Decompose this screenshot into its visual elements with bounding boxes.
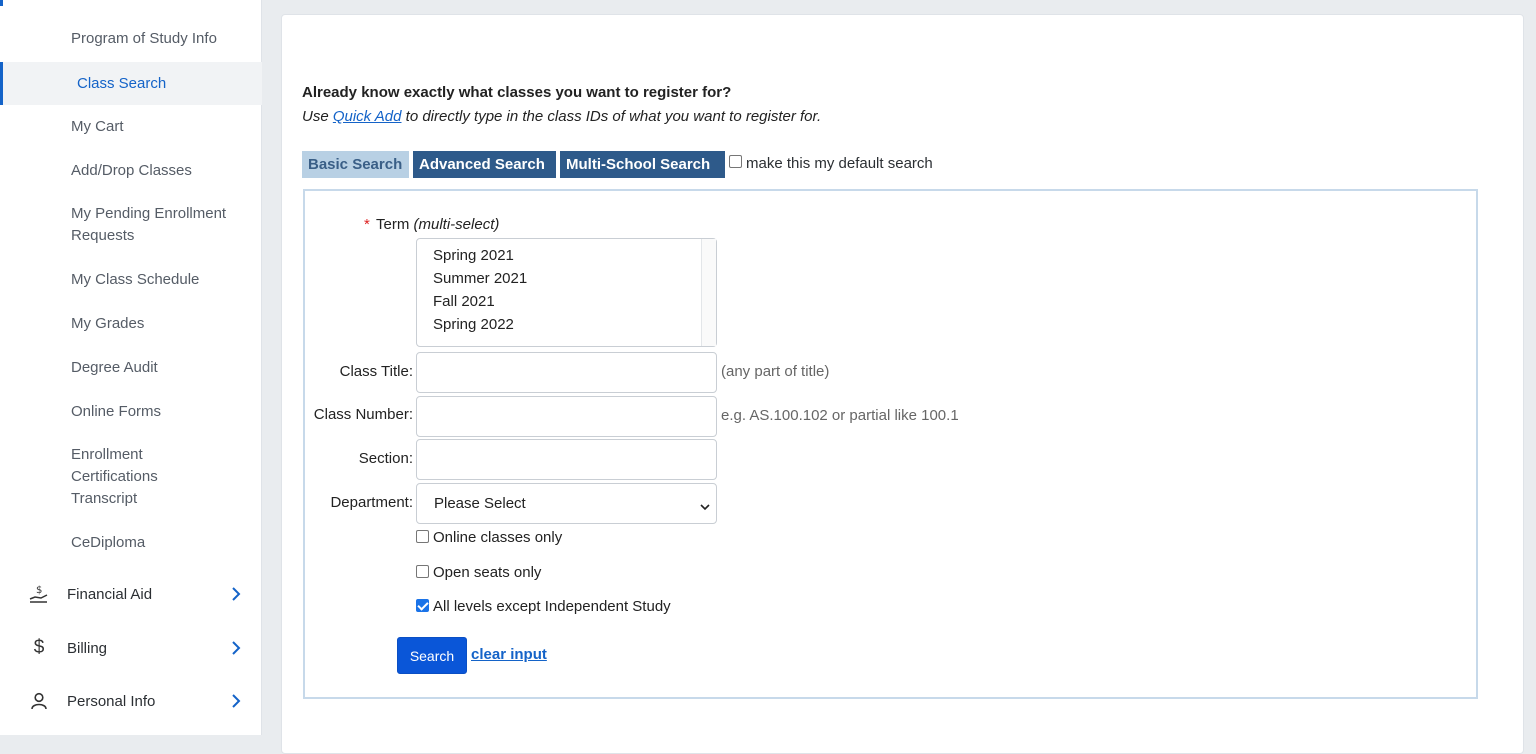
sidebar-item-label: Billing [67, 639, 108, 657]
tab-advanced-search[interactable]: Advanced Search [413, 151, 556, 178]
person-icon [28, 690, 50, 712]
sidebar-item-label: Personal Info [67, 692, 156, 710]
term-option[interactable]: Summer 2021 [433, 270, 527, 287]
sidebar-item-financial-aid[interactable]: $ Financial Aid [0, 574, 262, 614]
sidebar-item-personal-info[interactable]: Personal Info [0, 681, 262, 721]
class-title-label: Class Title: [339, 363, 413, 380]
quick-add-link[interactable]: Quick Add [333, 108, 402, 125]
chevron-right-icon [229, 694, 243, 708]
term-option[interactable]: Spring 2021 [433, 247, 514, 264]
intro-prefix: Use [302, 108, 333, 125]
chevron-down-icon [700, 499, 710, 511]
open-seats-label: Open seats only [433, 564, 542, 581]
class-number-hint: e.g. AS.100.102 or partial like 100.1 [721, 407, 959, 424]
all-levels-label: All levels except Independent Study [433, 598, 671, 615]
sidebar-item-online-forms[interactable]: Online Forms [0, 401, 262, 423]
term-option[interactable]: Spring 2022 [433, 316, 514, 333]
term-hint: (multi-select) [413, 216, 500, 233]
sidebar-item-enrollment-certifications[interactable]: Enrollment Certifications Transcript [0, 444, 262, 510]
sidebar-top-indicator [0, 0, 3, 6]
intro-text: Use Quick Add to directly type in the cl… [302, 108, 821, 125]
sidebar-item-my-class-schedule[interactable]: My Class Schedule [0, 269, 262, 291]
term-label: Term (multi-select) [376, 216, 499, 233]
online-only-checkbox[interactable] [416, 530, 429, 543]
sidebar-item-label: Enrollment Certifications Transcript [71, 446, 158, 507]
term-list-scrollbar[interactable] [701, 239, 716, 346]
department-selected-value: Please Select [434, 495, 526, 512]
tab-multi-school-search[interactable]: Multi-School Search [560, 151, 725, 178]
sidebar-item-cediploma[interactable]: CeDiploma [0, 532, 262, 554]
dollar-icon: $ [33, 637, 45, 658]
class-number-label: Class Number: [313, 406, 413, 423]
sidebar-item-label: Financial Aid [67, 585, 153, 603]
open-seats-checkbox[interactable] [416, 565, 429, 578]
chevron-right-icon [229, 587, 243, 601]
intro-suffix: to directly type in the class IDs of wha… [401, 108, 822, 125]
svg-text:$: $ [36, 585, 42, 596]
department-select[interactable]: Please Select [416, 483, 717, 524]
section-label: Section: [358, 450, 413, 467]
class-title-input[interactable] [416, 352, 717, 393]
term-multiselect[interactable]: Spring 2021 Summer 2021 Fall 2021 Spring… [416, 238, 717, 347]
department-label: Department: [330, 494, 413, 511]
default-search-checkbox[interactable] [729, 155, 742, 168]
sidebar-item-program-of-study-info[interactable]: Program of Study Info [0, 28, 262, 50]
required-marker: * [364, 216, 370, 233]
tab-basic-search[interactable]: Basic Search [302, 151, 409, 178]
hand-coin-icon: $ [28, 583, 50, 605]
sidebar-item-add-drop-classes[interactable]: Add/Drop Classes [0, 160, 262, 182]
sidebar-item-degree-audit[interactable]: Degree Audit [0, 357, 262, 379]
sidebar-item-billing[interactable]: $ Billing [0, 628, 262, 668]
search-button[interactable]: Search [397, 637, 467, 674]
term-option[interactable]: Fall 2021 [433, 293, 495, 310]
sidebar-item-my-cart[interactable]: My Cart [0, 116, 262, 138]
sidebar: Program of Study Info Class Search My Ca… [0, 0, 262, 735]
section-input[interactable] [416, 439, 717, 480]
sidebar-item-my-grades[interactable]: My Grades [0, 313, 262, 335]
chevron-right-icon [229, 641, 243, 655]
sidebar-item-class-search[interactable]: Class Search [0, 62, 262, 105]
sidebar-item-label: My Pending Enrollment Requests [71, 205, 227, 244]
clear-input-link[interactable]: clear input [471, 646, 547, 663]
sidebar-item-pending-enrollment[interactable]: My Pending Enrollment Requests [0, 203, 262, 247]
class-number-input[interactable] [416, 396, 717, 437]
class-title-hint: (any part of title) [721, 363, 830, 380]
term-label-text: Term [376, 216, 410, 233]
default-search-label: make this my default search [746, 155, 933, 172]
online-only-label: Online classes only [433, 529, 563, 546]
all-levels-checkbox[interactable] [416, 599, 429, 612]
intro-heading: Already know exactly what classes you wa… [302, 84, 732, 101]
